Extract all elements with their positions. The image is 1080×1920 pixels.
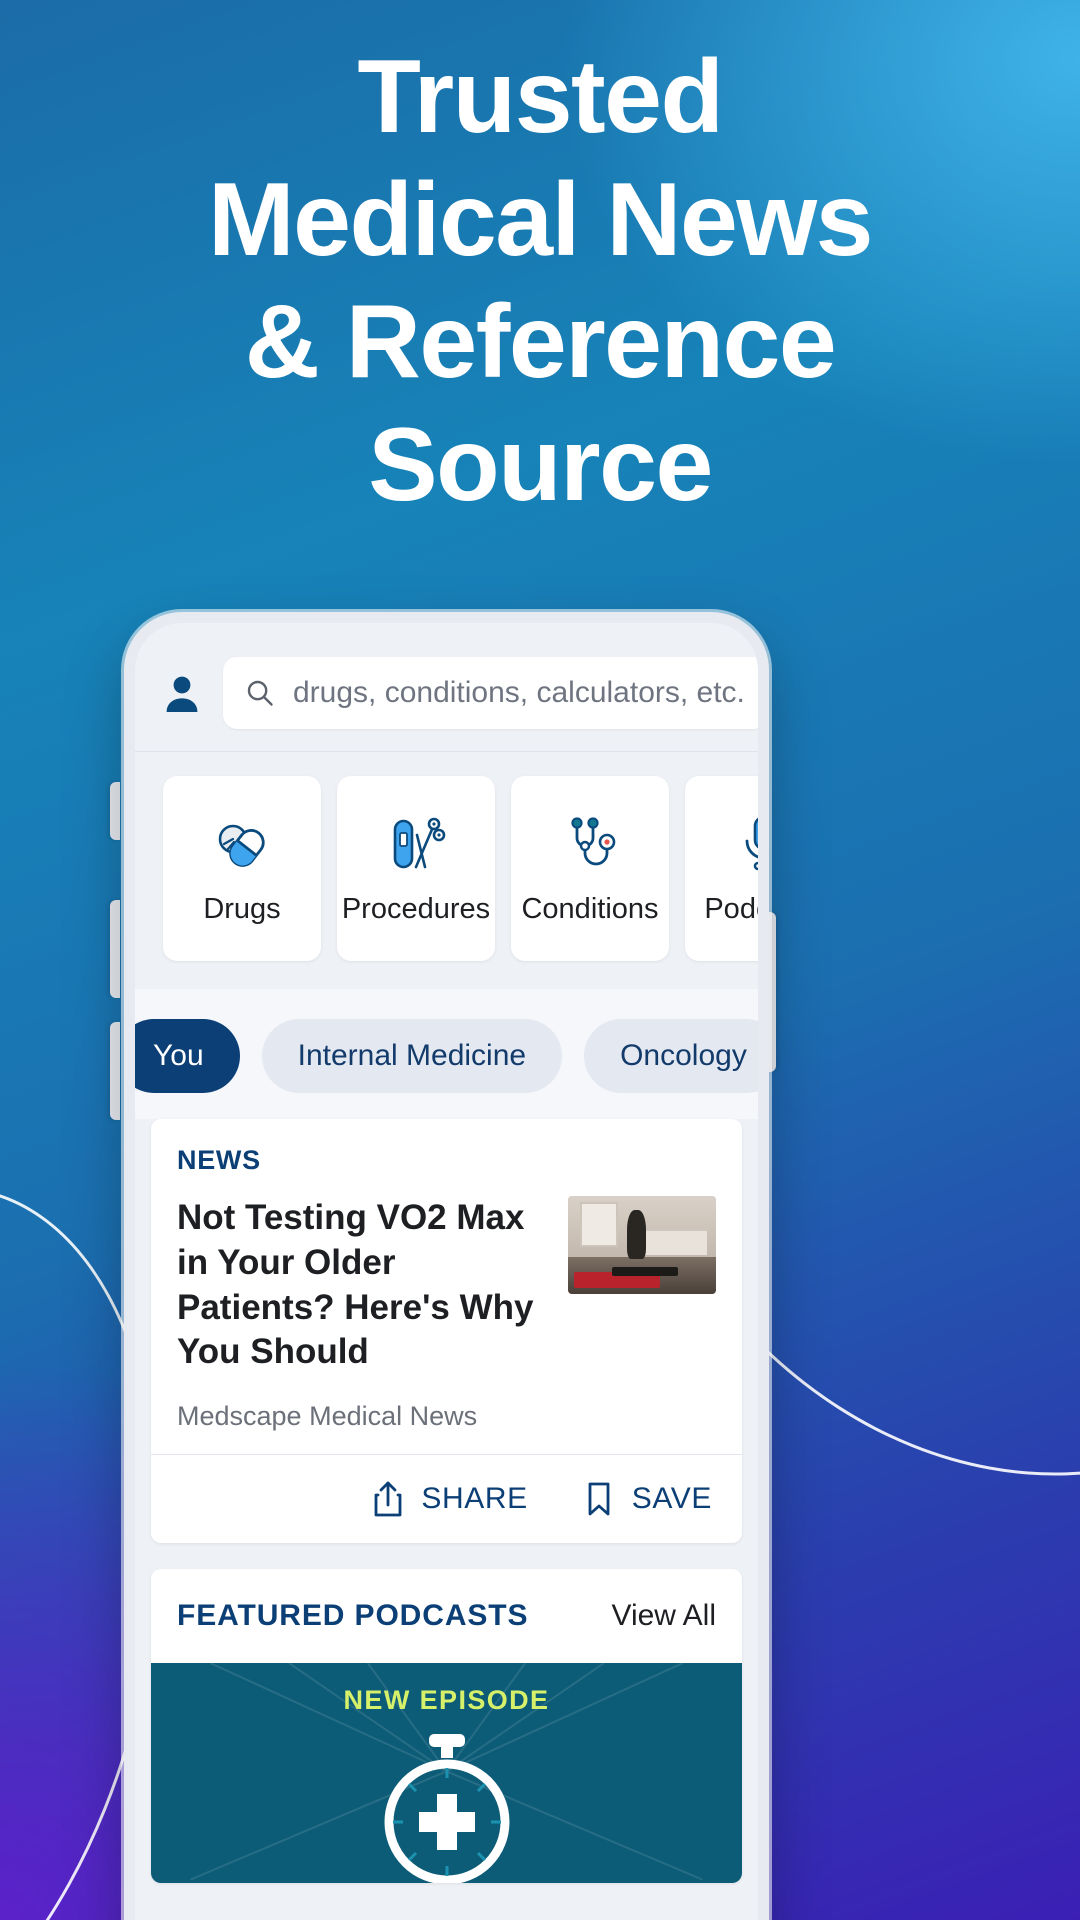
thumb-window <box>579 1201 619 1247</box>
news-row: Not Testing VO2 Max in Your Older Patien… <box>177 1196 716 1432</box>
topics-row: You Internal Medicine Oncology <box>135 989 758 1119</box>
account-avatar-icon[interactable] <box>161 672 203 714</box>
view-all-link[interactable]: View All <box>611 1599 716 1633</box>
podcast-banner[interactable]: NEW EPISODE <box>151 1663 742 1884</box>
bookmark-icon <box>582 1479 616 1519</box>
topic-chip-label: Oncology <box>620 1039 747 1072</box>
news-text: Not Testing VO2 Max in Your Older Patien… <box>177 1196 546 1432</box>
headline-line-3: & Reference <box>244 284 837 401</box>
phone-mockup: drugs, conditions, calculators, etc. Dru… <box>124 612 769 1920</box>
news-kicker: NEWS <box>177 1145 261 1175</box>
news-card[interactable]: NEWS Not Testing VO2 Max in Your Older P… <box>151 1119 742 1544</box>
promo-headline: Trusted Medical News & Reference Source <box>0 36 1080 527</box>
featured-podcasts-card[interactable]: FEATURED PODCASTS View All NEW EPISODE <box>151 1569 742 1884</box>
topic-chip-label: Internal Medicine <box>297 1039 527 1072</box>
topic-chip-label: You <box>153 1039 204 1072</box>
promo-screenshot: Trusted Medical News & Reference Source <box>0 0 1080 1920</box>
save-button[interactable]: SAVE <box>582 1479 712 1519</box>
headline-line-2: Medical News <box>207 161 874 278</box>
content-feed: NEWS Not Testing VO2 Max in Your Older P… <box>135 1119 758 1884</box>
featured-podcasts-title: FEATURED PODCASTS <box>177 1599 529 1633</box>
tile-label: Drugs <box>203 893 281 925</box>
share-button[interactable]: SHARE <box>371 1479 527 1519</box>
scalpel-scissors-icon <box>384 811 448 875</box>
topic-chip-you[interactable]: You <box>135 1019 240 1093</box>
quick-links-row: Drugs Procedures Conditions Pod <box>135 752 758 989</box>
news-title[interactable]: Not Testing VO2 Max in Your Older Patien… <box>177 1196 546 1375</box>
topic-chip-oncology[interactable]: Oncology <box>584 1019 758 1093</box>
headline-line-4: Source <box>368 407 713 524</box>
thumb-person <box>627 1209 647 1259</box>
phone-screen: drugs, conditions, calculators, etc. Dru… <box>135 623 758 1920</box>
news-thumbnail[interactable] <box>568 1196 716 1294</box>
app-topbar: drugs, conditions, calculators, etc. <box>135 623 758 752</box>
topic-chip-internal-medicine[interactable]: Internal Medicine <box>261 1019 563 1093</box>
share-label: SHARE <box>421 1482 528 1516</box>
tile-label: Podcasts <box>704 893 758 925</box>
stethoscope-icon <box>558 811 622 875</box>
tile-conditions[interactable]: Conditions <box>511 776 669 961</box>
search-icon <box>245 678 275 708</box>
thumb-treadmill <box>612 1266 678 1277</box>
tile-podcasts[interactable]: Podcasts <box>685 776 758 961</box>
news-card-actions: SHARE SAVE <box>151 1454 742 1543</box>
tile-procedures[interactable]: Procedures <box>337 776 495 961</box>
search-placeholder-text: drugs, conditions, calculators, etc. <box>293 676 745 709</box>
topics-scroller[interactable]: You Internal Medicine Oncology <box>135 1019 758 1093</box>
quick-links-scroller[interactable]: Drugs Procedures Conditions Pod <box>135 776 758 961</box>
save-label: SAVE <box>631 1482 712 1516</box>
new-episode-badge: NEW EPISODE <box>343 1685 550 1716</box>
featured-podcasts-header: FEATURED PODCASTS View All <box>151 1569 742 1663</box>
headline-line-1: Trusted <box>357 39 724 155</box>
pills-capsule-icon <box>210 811 274 875</box>
tile-label: Procedures <box>341 893 491 925</box>
search-input[interactable]: drugs, conditions, calculators, etc. <box>223 657 758 729</box>
phone-side-button-volume-down <box>110 1022 120 1120</box>
news-card-body: NEWS Not Testing VO2 Max in Your Older P… <box>151 1119 742 1454</box>
phone-side-button-silent <box>110 782 120 840</box>
thumb-radiator <box>636 1229 708 1255</box>
tile-drugs[interactable]: Drugs <box>163 776 321 961</box>
stopwatch-cross-icon <box>377 1734 517 1884</box>
microphone-icon <box>732 811 758 875</box>
phone-side-button-volume-up <box>110 900 120 998</box>
news-source: Medscape Medical News <box>177 1401 478 1432</box>
tile-label: Conditions <box>521 893 659 925</box>
share-icon <box>371 1479 405 1519</box>
